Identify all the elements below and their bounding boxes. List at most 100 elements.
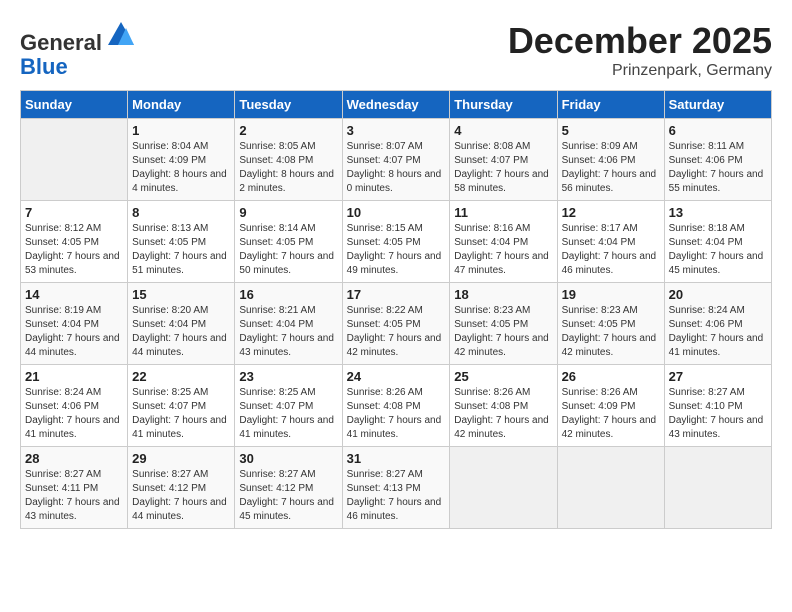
day-number: 12 (562, 205, 660, 220)
page-header: General Blue December 2025 Prinzenpark, … (20, 20, 772, 80)
day-number: 19 (562, 287, 660, 302)
day-info: Sunrise: 8:27 AMSunset: 4:11 PMDaylight:… (25, 468, 123, 524)
day-number: 13 (669, 205, 767, 220)
day-info: Sunrise: 8:27 AMSunset: 4:12 PMDaylight:… (239, 468, 337, 524)
column-header-sunday: Sunday (21, 91, 128, 119)
column-header-tuesday: Tuesday (235, 91, 342, 119)
column-header-friday: Friday (557, 91, 664, 119)
calendar-cell: 24 Sunrise: 8:26 AMSunset: 4:08 PMDayligh… (342, 365, 450, 447)
day-info: Sunrise: 8:04 AMSunset: 4:09 PMDaylight:… (132, 140, 230, 196)
day-info: Sunrise: 8:20 AMSunset: 4:04 PMDaylight:… (132, 304, 230, 360)
calendar-week-row: 21 Sunrise: 8:24 AMSunset: 4:06 PMDayligh… (21, 365, 772, 447)
calendar-cell: 15 Sunrise: 8:20 AMSunset: 4:04 PMDayligh… (128, 283, 235, 365)
calendar-cell: 21 Sunrise: 8:24 AMSunset: 4:06 PMDayligh… (21, 365, 128, 447)
day-number: 5 (562, 123, 660, 138)
day-info: Sunrise: 8:05 AMSunset: 4:08 PMDaylight:… (239, 140, 337, 196)
day-info: Sunrise: 8:09 AMSunset: 4:06 PMDaylight:… (562, 140, 660, 196)
day-info: Sunrise: 8:08 AMSunset: 4:07 PMDaylight:… (454, 140, 552, 196)
column-header-monday: Monday (128, 91, 235, 119)
day-number: 2 (239, 123, 337, 138)
calendar-cell: 16 Sunrise: 8:21 AMSunset: 4:04 PMDayligh… (235, 283, 342, 365)
column-header-wednesday: Wednesday (342, 91, 450, 119)
calendar-week-row: 28Sunrise: 8:27 AMSunset: 4:11 PMDayligh… (21, 447, 772, 529)
calendar-cell: 8 Sunrise: 8:13 AMSunset: 4:05 PMDaylight… (128, 201, 235, 283)
calendar-cell: 17 Sunrise: 8:22 AMSunset: 4:05 PMDayligh… (342, 283, 450, 365)
logo-icon (106, 20, 136, 50)
day-info: Sunrise: 8:12 AMSunset: 4:05 PMDaylight:… (25, 222, 123, 278)
calendar-cell: 6 Sunrise: 8:11 AMSunset: 4:06 PMDaylight… (664, 119, 771, 201)
day-number: 23 (239, 369, 337, 384)
calendar-cell: 22Sunrise: 8:25 AMSunset: 4:07 PMDayligh… (128, 365, 235, 447)
day-number: 22 (132, 369, 230, 384)
column-header-saturday: Saturday (664, 91, 771, 119)
day-number: 7 (25, 205, 123, 220)
column-header-thursday: Thursday (450, 91, 557, 119)
calendar-table: SundayMondayTuesdayWednesdayThursdayFrid… (20, 90, 772, 529)
day-number: 26 (562, 369, 660, 384)
day-number: 25 (454, 369, 552, 384)
calendar-cell: 31Sunrise: 8:27 AMSunset: 4:13 PMDayligh… (342, 447, 450, 529)
calendar-cell: 4 Sunrise: 8:08 AMSunset: 4:07 PMDaylight… (450, 119, 557, 201)
day-info: Sunrise: 8:21 AMSunset: 4:04 PMDaylight:… (239, 304, 337, 360)
day-info: Sunrise: 8:25 AMSunset: 4:07 PMDaylight:… (239, 386, 337, 442)
day-number: 27 (669, 369, 767, 384)
calendar-cell (21, 119, 128, 201)
day-number: 18 (454, 287, 552, 302)
calendar-cell: 27 Sunrise: 8:27 AMSunset: 4:10 PMDayligh… (664, 365, 771, 447)
calendar-cell: 3 Sunrise: 8:07 AMSunset: 4:07 PMDaylight… (342, 119, 450, 201)
day-number: 3 (347, 123, 446, 138)
calendar-cell: 7 Sunrise: 8:12 AMSunset: 4:05 PMDaylight… (21, 201, 128, 283)
day-number: 9 (239, 205, 337, 220)
day-number: 8 (132, 205, 230, 220)
location-subtitle: Prinzenpark, Germany (508, 62, 772, 80)
day-info: Sunrise: 8:24 AMSunset: 4:06 PMDaylight:… (669, 304, 767, 360)
day-info: Sunrise: 8:15 AMSunset: 4:05 PMDaylight:… (347, 222, 446, 278)
calendar-cell: 18Sunrise: 8:23 AMSunset: 4:05 PMDayligh… (450, 283, 557, 365)
day-info: Sunrise: 8:19 AMSunset: 4:04 PMDaylight:… (25, 304, 123, 360)
calendar-cell: 12Sunrise: 8:17 AMSunset: 4:04 PMDayligh… (557, 201, 664, 283)
calendar-cell: 9 Sunrise: 8:14 AMSunset: 4:05 PMDaylight… (235, 201, 342, 283)
day-info: Sunrise: 8:18 AMSunset: 4:04 PMDaylight:… (669, 222, 767, 278)
calendar-cell: 19 Sunrise: 8:23 AMSunset: 4:05 PMDayligh… (557, 283, 664, 365)
day-info: Sunrise: 8:22 AMSunset: 4:05 PMDaylight:… (347, 304, 446, 360)
day-info: Sunrise: 8:26 AMSunset: 4:08 PMDaylight:… (454, 386, 552, 442)
calendar-cell: 10 Sunrise: 8:15 AMSunset: 4:05 PMDayligh… (342, 201, 450, 283)
calendar-cell: 1 Sunrise: 8:04 AMSunset: 4:09 PMDaylight… (128, 119, 235, 201)
day-info: Sunrise: 8:27 AMSunset: 4:10 PMDaylight:… (669, 386, 767, 442)
day-info: Sunrise: 8:26 AMSunset: 4:08 PMDaylight:… (347, 386, 446, 442)
calendar-week-row: 1 Sunrise: 8:04 AMSunset: 4:09 PMDaylight… (21, 119, 772, 201)
day-info: Sunrise: 8:27 AMSunset: 4:13 PMDaylight:… (347, 468, 446, 524)
calendar-cell: 28Sunrise: 8:27 AMSunset: 4:11 PMDayligh… (21, 447, 128, 529)
day-info: Sunrise: 8:16 AMSunset: 4:04 PMDaylight:… (454, 222, 552, 278)
calendar-cell: 5 Sunrise: 8:09 AMSunset: 4:06 PMDaylight… (557, 119, 664, 201)
calendar-cell: 13 Sunrise: 8:18 AMSunset: 4:04 PMDayligh… (664, 201, 771, 283)
day-info: Sunrise: 8:23 AMSunset: 4:05 PMDaylight:… (562, 304, 660, 360)
day-info: Sunrise: 8:11 AMSunset: 4:06 PMDaylight:… (669, 140, 767, 196)
day-info: Sunrise: 8:07 AMSunset: 4:07 PMDaylight:… (347, 140, 446, 196)
day-number: 21 (25, 369, 123, 384)
day-info: Sunrise: 8:27 AMSunset: 4:12 PMDaylight:… (132, 468, 230, 524)
day-number: 11 (454, 205, 552, 220)
day-number: 4 (454, 123, 552, 138)
day-number: 16 (239, 287, 337, 302)
day-number: 6 (669, 123, 767, 138)
day-number: 17 (347, 287, 446, 302)
calendar-cell: 14Sunrise: 8:19 AMSunset: 4:04 PMDayligh… (21, 283, 128, 365)
day-info: Sunrise: 8:26 AMSunset: 4:09 PMDaylight:… (562, 386, 660, 442)
day-info: Sunrise: 8:24 AMSunset: 4:06 PMDaylight:… (25, 386, 123, 442)
day-number: 1 (132, 123, 230, 138)
day-info: Sunrise: 8:13 AMSunset: 4:05 PMDaylight:… (132, 222, 230, 278)
day-number: 10 (347, 205, 446, 220)
calendar-cell: 30 Sunrise: 8:27 AMSunset: 4:12 PMDayligh… (235, 447, 342, 529)
calendar-cell: 11 Sunrise: 8:16 AMSunset: 4:04 PMDayligh… (450, 201, 557, 283)
calendar-week-row: 7 Sunrise: 8:12 AMSunset: 4:05 PMDaylight… (21, 201, 772, 283)
logo: General Blue (20, 20, 136, 79)
calendar-week-row: 14Sunrise: 8:19 AMSunset: 4:04 PMDayligh… (21, 283, 772, 365)
calendar-cell: 23 Sunrise: 8:25 AMSunset: 4:07 PMDayligh… (235, 365, 342, 447)
day-number: 15 (132, 287, 230, 302)
day-number: 30 (239, 451, 337, 466)
day-number: 24 (347, 369, 446, 384)
day-info: Sunrise: 8:14 AMSunset: 4:05 PMDaylight:… (239, 222, 337, 278)
day-number: 29 (132, 451, 230, 466)
calendar-cell: 25 Sunrise: 8:26 AMSunset: 4:08 PMDayligh… (450, 365, 557, 447)
